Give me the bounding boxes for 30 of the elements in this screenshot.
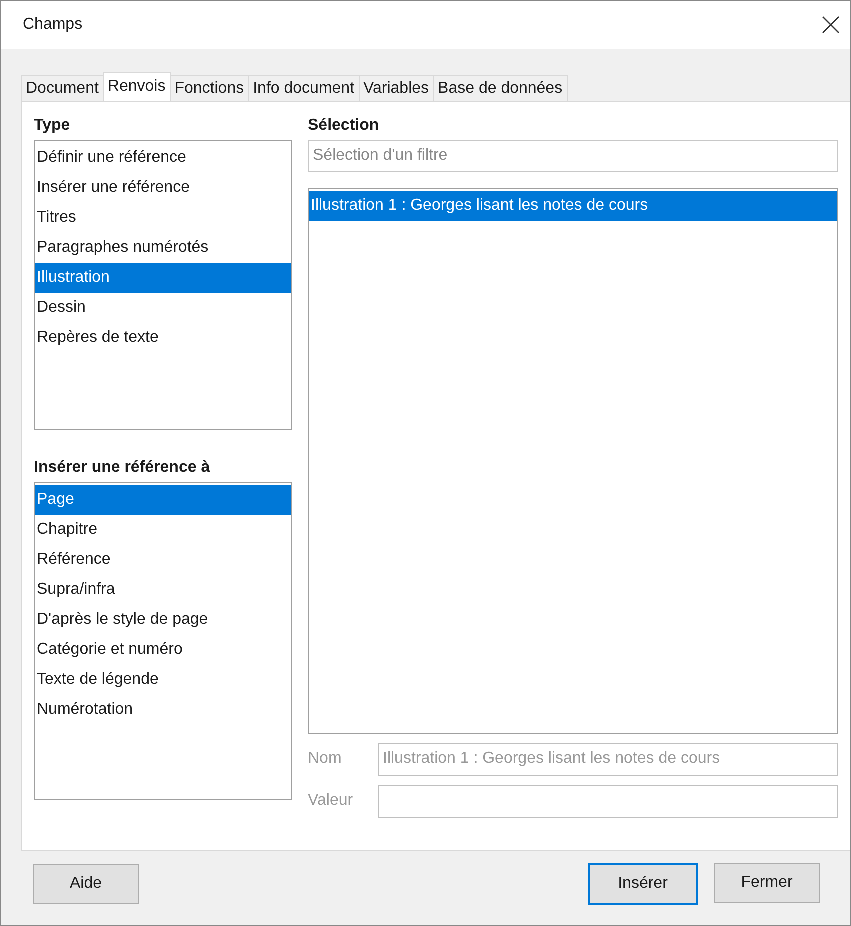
list-item[interactable]: Paragraphes numérotés — [35, 233, 291, 263]
section-heading: Type — [34, 116, 72, 136]
list-item[interactable]: Définir une référence — [35, 143, 291, 173]
dialog-button[interactable]: Insérer — [588, 863, 698, 905]
list-item[interactable]: Illustration — [35, 263, 291, 293]
list-item[interactable]: D'après le style de page — [35, 605, 291, 635]
window-title: Champs — [23, 16, 83, 34]
list-item[interactable]: Chapitre — [35, 515, 291, 545]
list-item[interactable]: Page — [35, 485, 291, 515]
list-item[interactable]: Supra/infra — [35, 575, 291, 605]
list-item[interactable]: Texte de légende — [35, 665, 291, 695]
list-item[interactable]: Insérer une référence — [35, 173, 291, 203]
list-item[interactable]: Repères de texte — [35, 323, 291, 353]
dialog-button[interactable]: Fermer — [714, 863, 820, 903]
filter-field[interactable]: Sélection d'un filtre — [308, 140, 838, 172]
field-label: Nom — [308, 750, 343, 768]
tab[interactable]: Base de données — [433, 75, 568, 101]
list-item[interactable]: Titres — [35, 203, 291, 233]
tab[interactable]: Document — [21, 75, 104, 101]
close-icon[interactable] — [822, 16, 840, 34]
tab[interactable]: Renvois — [102, 72, 171, 101]
list-item[interactable]: Illustration 1 : Georges lisant les notes de cours — [309, 191, 837, 221]
list-item[interactable]: Dessin — [35, 293, 291, 323]
dialog-button[interactable]: Aide — [33, 864, 139, 904]
field-label: Valeur — [308, 792, 354, 810]
section-heading: Sélection — [308, 116, 380, 136]
list-item[interactable]: Numérotation — [35, 695, 291, 725]
section-heading: Insérer une référence à — [34, 458, 210, 478]
list-item[interactable]: Catégorie et numéro — [35, 635, 291, 665]
list-item[interactable]: Référence — [35, 545, 291, 575]
